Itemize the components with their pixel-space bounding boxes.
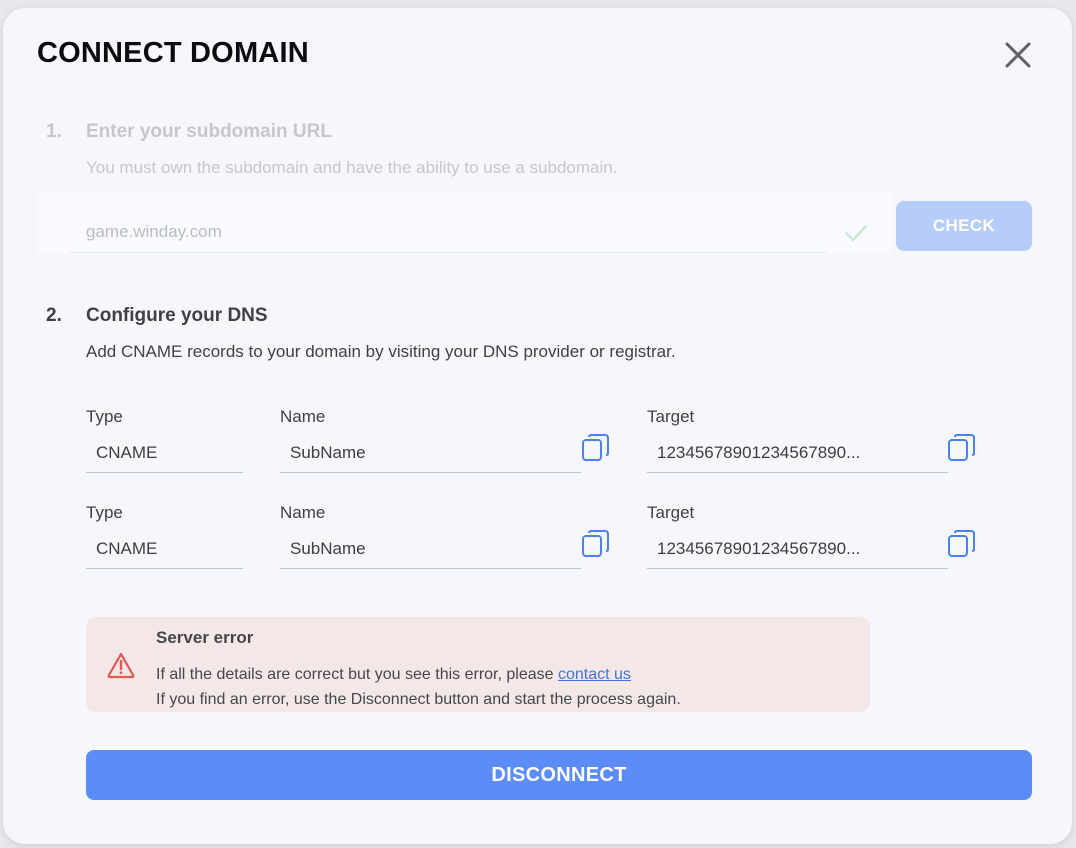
copy-icon[interactable] — [580, 528, 612, 560]
close-icon[interactable] — [1003, 40, 1033, 70]
record-2-target-field[interactable]: 12345678901234567890... — [647, 535, 948, 569]
step-2-title: Configure your DNS — [86, 305, 268, 326]
record-2-name-label: Name — [280, 503, 326, 522]
error-title: Server error — [156, 628, 254, 647]
record-1-type-label: Type — [86, 407, 123, 426]
contact-us-link[interactable]: contact us — [558, 666, 631, 683]
copy-icon[interactable] — [946, 432, 978, 464]
record-1-name-field[interactable]: SubName — [280, 439, 581, 473]
copy-icon[interactable] — [580, 432, 612, 464]
warning-icon — [107, 652, 135, 679]
subdomain-input[interactable] — [69, 215, 826, 253]
copy-icon[interactable] — [946, 528, 978, 560]
dialog-title: CONNECT DOMAIN — [37, 37, 309, 69]
record-2-type-label: Type — [86, 503, 123, 522]
record-1-name-label: Name — [280, 407, 326, 426]
record-2-target-label: Target — [647, 503, 695, 522]
record-1-target-label: Target — [647, 407, 695, 426]
step-1-description: You must own the subdomain and have the … — [86, 158, 618, 177]
disconnect-button[interactable]: DISCONNECT — [86, 750, 1032, 800]
check-button[interactable]: CHECK — [896, 201, 1032, 251]
record-1-type-field[interactable]: CNAME — [86, 439, 243, 473]
record-1-target-field[interactable]: 12345678901234567890... — [647, 439, 948, 473]
step-1-number: 1. — [46, 121, 62, 142]
error-message-line-1: If all the details are correct but you s… — [156, 666, 631, 684]
step-1-title: Enter your subdomain URL — [86, 121, 332, 142]
error-message-text: If all the details are correct but you s… — [156, 666, 558, 683]
record-2-type-field[interactable]: CNAME — [86, 535, 243, 569]
step-2-number: 2. — [46, 305, 62, 326]
step-2-description: Add CNAME records to your domain by visi… — [86, 342, 676, 361]
record-2-name-field[interactable]: SubName — [280, 535, 581, 569]
error-message-line-2: If you find an error, use the Disconnect… — [156, 691, 681, 708]
checkmark-icon — [844, 224, 868, 242]
